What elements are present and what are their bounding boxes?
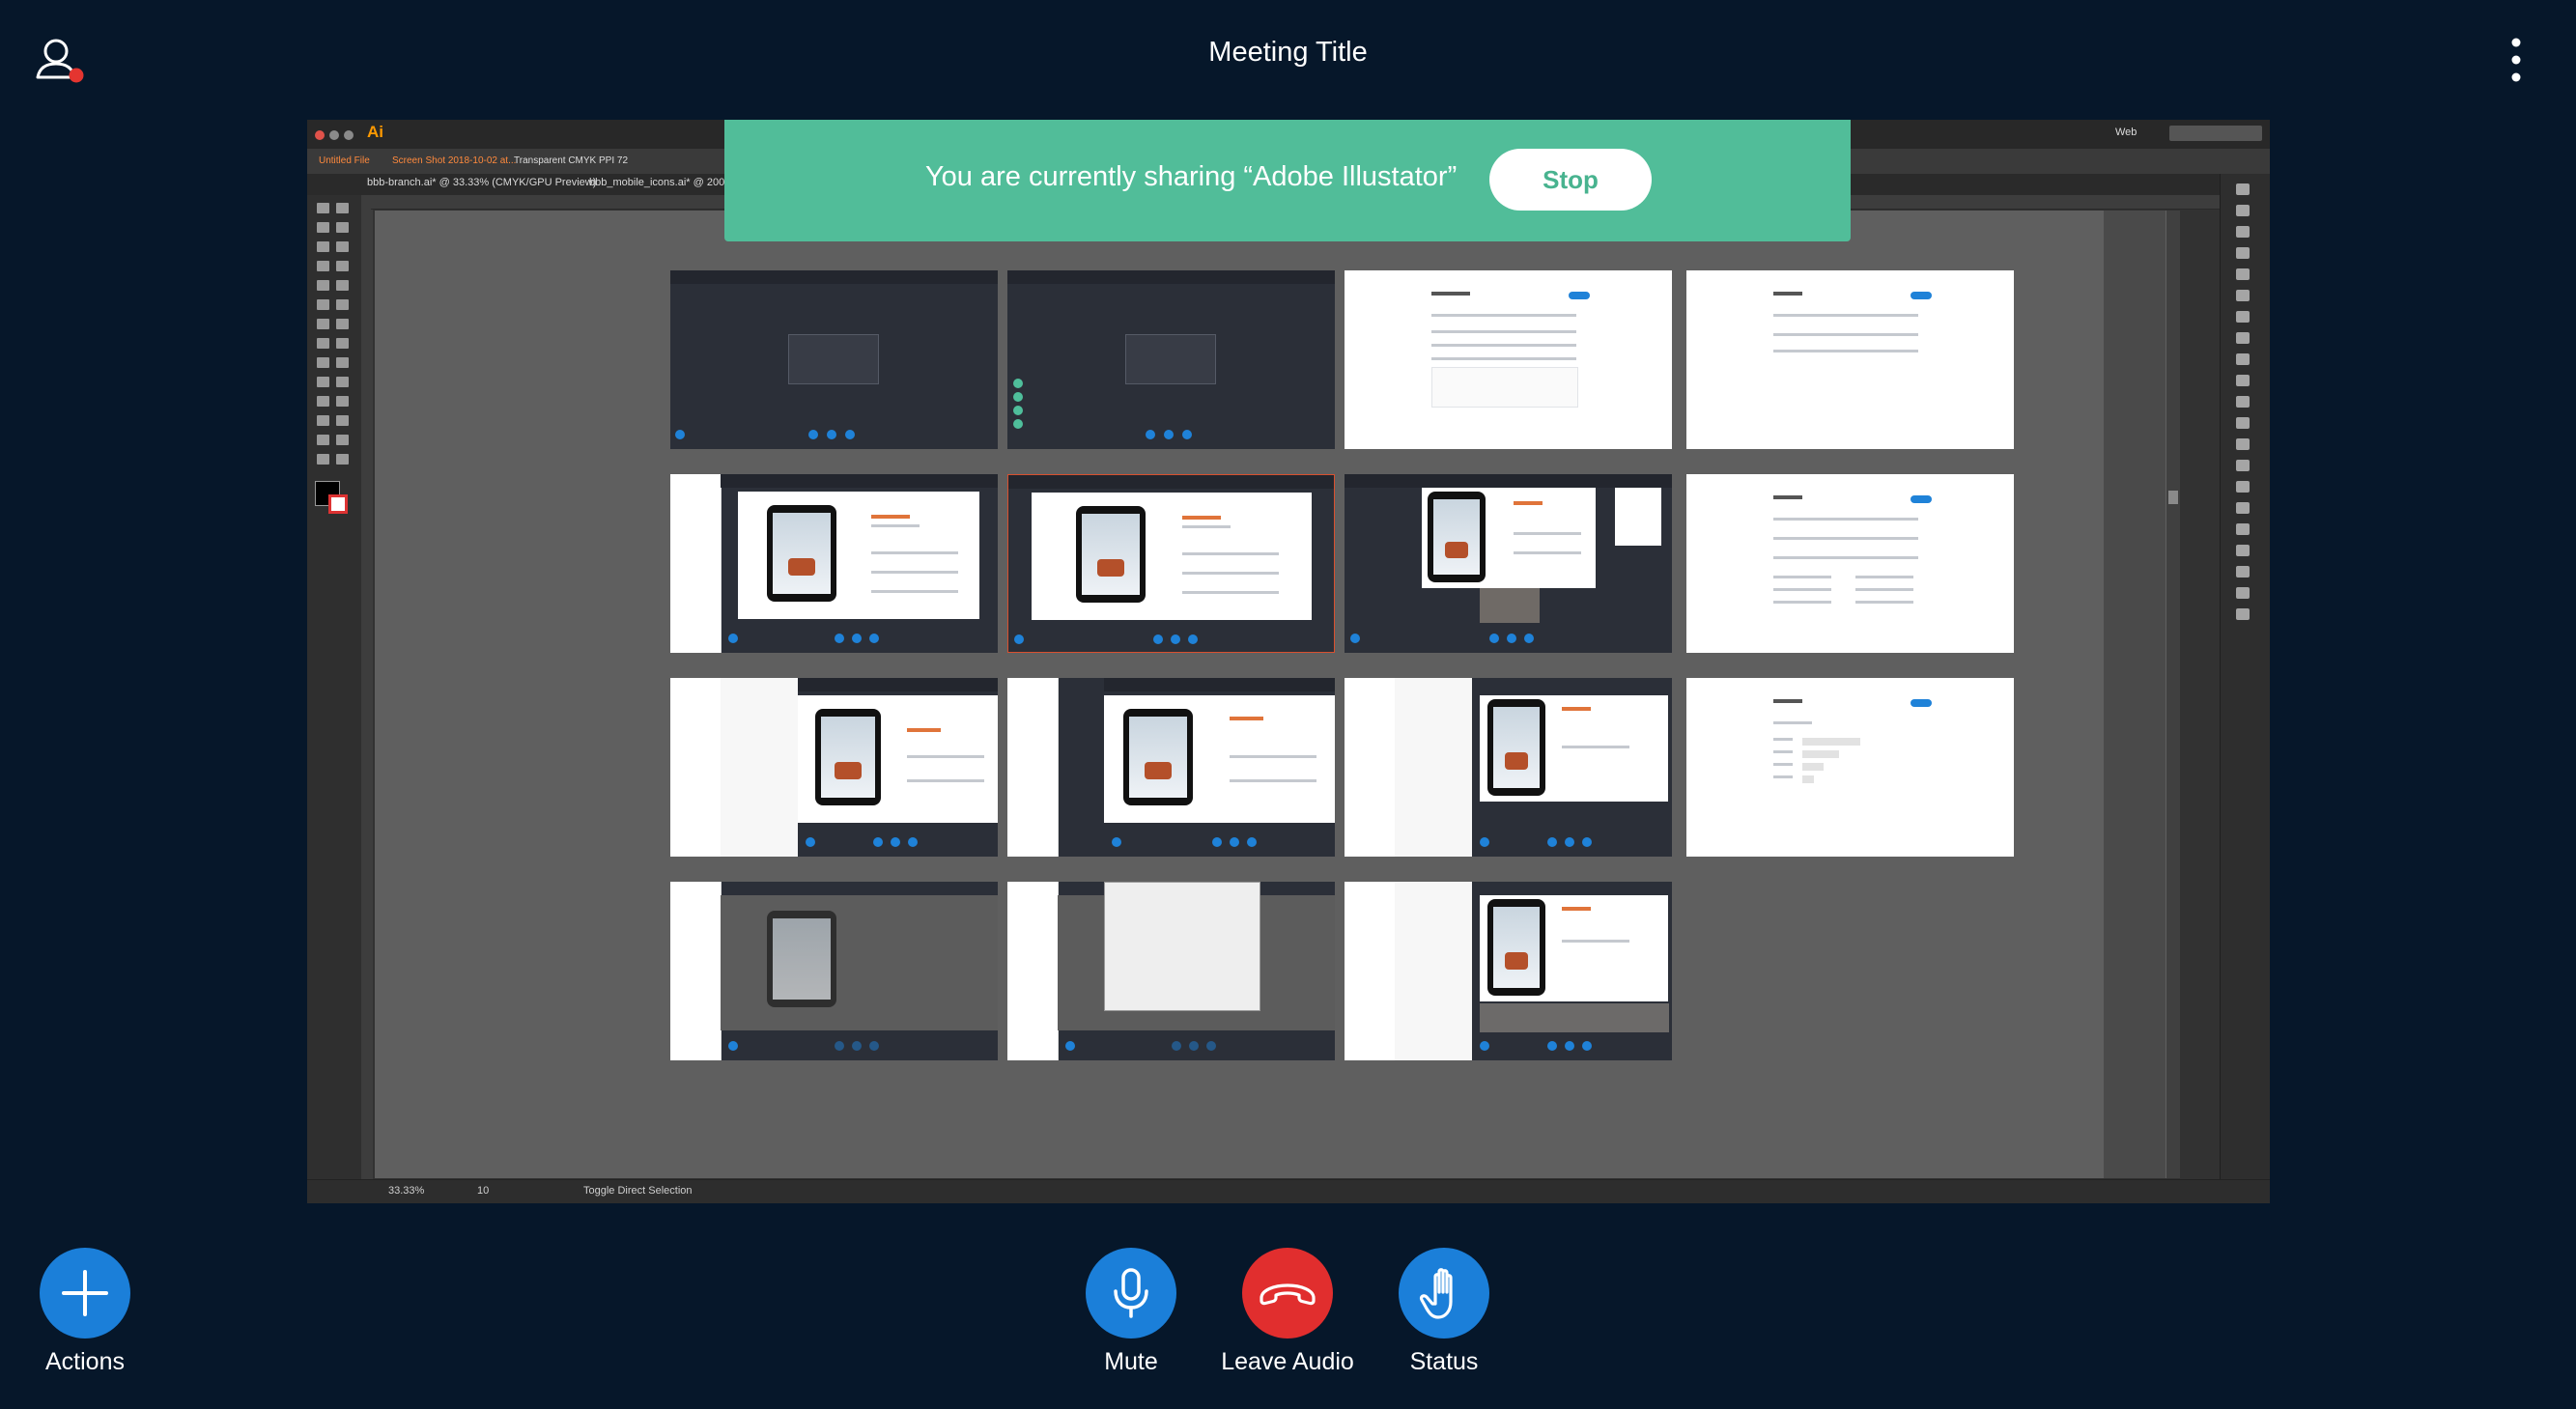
search-field xyxy=(2169,126,2262,141)
ai-tab-0: Untitled File xyxy=(319,155,370,166)
ai-pasteboard-edge xyxy=(2104,211,2166,1178)
stop-sharing-button[interactable]: Stop xyxy=(1489,149,1652,211)
artboard-12 xyxy=(1686,678,2014,857)
artboard-15 xyxy=(1345,882,1672,1060)
mute-control: Mute xyxy=(1065,1248,1197,1376)
mute-label: Mute xyxy=(1104,1348,1158,1375)
leave-audio-button[interactable] xyxy=(1242,1248,1333,1339)
status-dot xyxy=(69,68,84,83)
ai-vertical-scrollbar xyxy=(2166,211,2180,1178)
meeting-title: Meeting Title xyxy=(1208,37,1368,68)
mute-button[interactable] xyxy=(1086,1248,1176,1339)
artboard-9 xyxy=(670,678,998,857)
sharing-message: You are currently sharing “Adobe Illusta… xyxy=(925,161,1458,192)
ai-tab-1: Screen Shot 2018-10-02 at... xyxy=(392,155,517,166)
phone-hangup-icon xyxy=(1260,1283,1316,1306)
ai-doc-tab-0: bbb-branch.ai* @ 33.33% (CMYK/GPU Previe… xyxy=(367,177,597,188)
minimize-dot xyxy=(329,130,339,140)
artboard-5 xyxy=(670,474,998,653)
ai-tab-2: Transparent CMYK PPI 72 xyxy=(514,155,629,166)
leave-audio-control: Leave Audio xyxy=(1201,1248,1374,1376)
artboard-2 xyxy=(1007,270,1335,449)
artboard-number: 10 xyxy=(477,1185,490,1197)
microphone-icon xyxy=(1114,1268,1148,1318)
artboard-3 xyxy=(1345,270,1672,449)
screenshare-view: Ai Web Untitled File Screen Shot 2018-10… xyxy=(307,120,2270,1203)
actions-label: Actions xyxy=(45,1348,125,1375)
stroke-swatch xyxy=(328,494,348,514)
artboard-7 xyxy=(1345,474,1672,653)
close-dot xyxy=(315,130,325,140)
ai-panels-dock xyxy=(2220,174,2270,1180)
options-menu-button[interactable] xyxy=(2500,35,2533,85)
artboard-6 xyxy=(1007,474,1335,653)
webcam-thumb xyxy=(1480,588,1540,623)
status-label: Status xyxy=(1409,1348,1479,1375)
screenshare-banner: You are currently sharing “Adobe Illusta… xyxy=(724,120,1851,241)
ai-logo: Ai xyxy=(367,123,383,141)
workspace-label: Web xyxy=(2115,127,2137,138)
status-control: Status xyxy=(1378,1248,1510,1376)
artboard-1 xyxy=(670,270,998,449)
raised-hand-icon xyxy=(1419,1268,1453,1319)
zoom-level: 33.33% xyxy=(388,1185,425,1197)
ai-toolbox xyxy=(307,195,362,1180)
status-button[interactable] xyxy=(1399,1248,1489,1339)
plus-icon xyxy=(62,1270,108,1316)
actions-control: Actions xyxy=(19,1248,151,1376)
artboard-13 xyxy=(670,882,998,1060)
leave-audio-label: Leave Audio xyxy=(1221,1348,1354,1375)
artboard-11 xyxy=(1345,678,1672,857)
status-text: Toggle Direct Selection xyxy=(583,1185,693,1197)
artboard-14 xyxy=(1007,882,1335,1060)
actions-button[interactable] xyxy=(40,1248,130,1339)
ai-canvas xyxy=(375,211,2166,1178)
ai-status-bar: 33.33% 10 Toggle Direct Selection xyxy=(307,1179,2270,1203)
artboard-10 xyxy=(1007,678,1335,857)
artboard-8 xyxy=(1686,474,2014,653)
meeting-app: Meeting Title Ai Web Untitled File Scree… xyxy=(0,0,2576,1409)
vertical-dots-icon xyxy=(2511,38,2521,82)
webcam-row xyxy=(1480,1003,1669,1032)
maximize-dot xyxy=(344,130,354,140)
ai-vertical-ruler xyxy=(361,195,373,1180)
artboard-4 xyxy=(1686,270,2014,449)
